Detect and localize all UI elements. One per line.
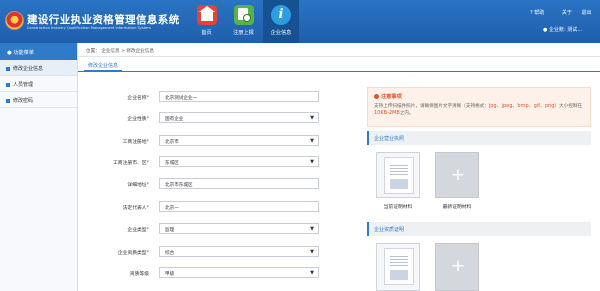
label-reg-district: 工商注册市、区	[113, 161, 147, 166]
qualification-level-select[interactable]: 甲级 ▼	[159, 267, 319, 278]
enterprise-type-select[interactable]: 监理 ▼	[159, 223, 319, 234]
register-report-icon	[233, 5, 254, 25]
exit-link[interactable]: 退出	[581, 10, 591, 16]
system-title: 建设行业执业资格管理信息系统	[27, 14, 180, 26]
notice-title: 注意事项	[381, 94, 402, 100]
label-company-name: 企业名称	[127, 96, 147, 101]
document-image	[384, 157, 414, 194]
warning-icon	[374, 94, 379, 99]
bullet-icon	[6, 82, 10, 87]
sidebar-item-edit-company[interactable]: 修改企业信息	[0, 60, 77, 76]
header: 建设行业执业资格管理信息系统 Construction Industry Qua…	[0, 0, 600, 43]
qualification-section-title: 企业资质证明	[367, 222, 591, 236]
label-reg-place: 工商注册地	[122, 140, 147, 145]
plus-icon: +	[450, 256, 466, 276]
sidebar-item-personnel[interactable]: 人员管理	[0, 76, 77, 92]
sidebar-title: ● 功能菜单	[0, 43, 77, 60]
legal-rep-input[interactable]: 北京一	[159, 201, 319, 212]
tab-edit-company[interactable]: 修改企业信息	[84, 61, 123, 72]
current-license-thumbnail[interactable]	[376, 152, 420, 198]
row-qualification-type: 企业资质类型* 综合 ▼	[94, 245, 394, 259]
label-company-type: 企业性质	[127, 117, 147, 122]
notice-body: 支持上传扫描件照片，请确保图片文字清晰（支持格式：jpg、jpeg、bmp、gi…	[374, 103, 583, 116]
address-input[interactable]: 北京市东城区	[159, 178, 319, 189]
notice-box: 注意事项 支持上传扫描件照片，请确保图片文字清晰（支持格式：jpg、jpeg、b…	[367, 87, 591, 127]
plus-icon: +	[450, 165, 466, 185]
latest-material-caption: 最新证明材料	[442, 205, 472, 210]
home-icon	[196, 5, 217, 25]
user-name: 企业账: 测试...	[548, 27, 583, 33]
breadcrumb: 位置： 企业信息 > 修改企业信息	[78, 43, 600, 57]
row-address: 详细地址* 北京市东城区	[94, 177, 394, 191]
user-account[interactable]: ● 企业账: 测试...	[543, 26, 582, 33]
label-legal-rep: 法定代表人	[122, 206, 147, 211]
current-material-caption: 当前证明材料	[383, 205, 413, 210]
top-links: ? 帮助 关于 退出	[530, 9, 599, 16]
nav-register-report[interactable]: 注册上报	[226, 0, 261, 43]
nav-home[interactable]: 首页	[189, 0, 224, 43]
company-type-select[interactable]: 国有企业 ▼	[159, 112, 319, 123]
emblem-logo	[5, 11, 24, 30]
bullet-icon	[6, 66, 10, 71]
label-address: 详细地址	[127, 183, 147, 188]
reg-district-select[interactable]: 东城区 ▼	[159, 156, 319, 167]
row-company-name: 企业名称* 北京测试企业一	[94, 90, 394, 104]
label-qualification-level: 资质等级	[129, 272, 149, 277]
about-link[interactable]: 关于	[562, 10, 572, 16]
sidebar: ● 功能菜单 修改企业信息 人员管理 修改密码	[0, 43, 78, 291]
document-image	[384, 248, 414, 285]
row-reg-place: 工商注册地* 北京市 ▼	[94, 134, 394, 148]
license-section-title: 企业营业执照	[367, 131, 591, 145]
info-icon: i	[271, 5, 291, 25]
row-qualification-level: 资质等级 甲级 ▼	[94, 266, 394, 280]
help-link[interactable]: ? 帮助	[530, 10, 552, 16]
company-name-input[interactable]: 北京测试企业一	[159, 91, 319, 102]
nav-register-report-label: 注册上报	[233, 30, 254, 36]
qualification-type-select[interactable]: 综合 ▼	[159, 246, 319, 257]
user-icon: ●	[543, 27, 548, 33]
row-company-type: 企业性质* 国有企业 ▼	[94, 111, 394, 125]
label-enterprise-type: 企业类型	[127, 228, 147, 233]
label-qualification-type: 企业资质类型	[117, 251, 147, 256]
menu-icon: ●	[7, 50, 12, 56]
current-qualification-thumbnail[interactable]	[376, 243, 420, 291]
nav-company-info-label: 企业信息	[270, 30, 292, 36]
tab-bar: 修改企业信息	[78, 57, 600, 72]
row-enterprise-type: 企业类型* 监理 ▼	[94, 222, 394, 236]
upload-qualification-button[interactable]: +	[435, 243, 479, 291]
system-subtitle: Construction Industry Qualification Mana…	[27, 26, 151, 30]
row-reg-district: 工商注册市、区* 东城区 ▼	[94, 155, 394, 169]
sidebar-item-password[interactable]: 修改密码	[0, 92, 77, 108]
upload-license-button[interactable]: +	[435, 152, 479, 198]
row-legal-rep: 法定代表人* 北京一	[94, 200, 394, 214]
nav-company-info[interactable]: i 企业信息	[263, 0, 299, 43]
reg-place-select[interactable]: 北京市 ▼	[159, 135, 319, 146]
nav-home-label: 首页	[201, 30, 212, 36]
bullet-icon	[6, 98, 10, 103]
